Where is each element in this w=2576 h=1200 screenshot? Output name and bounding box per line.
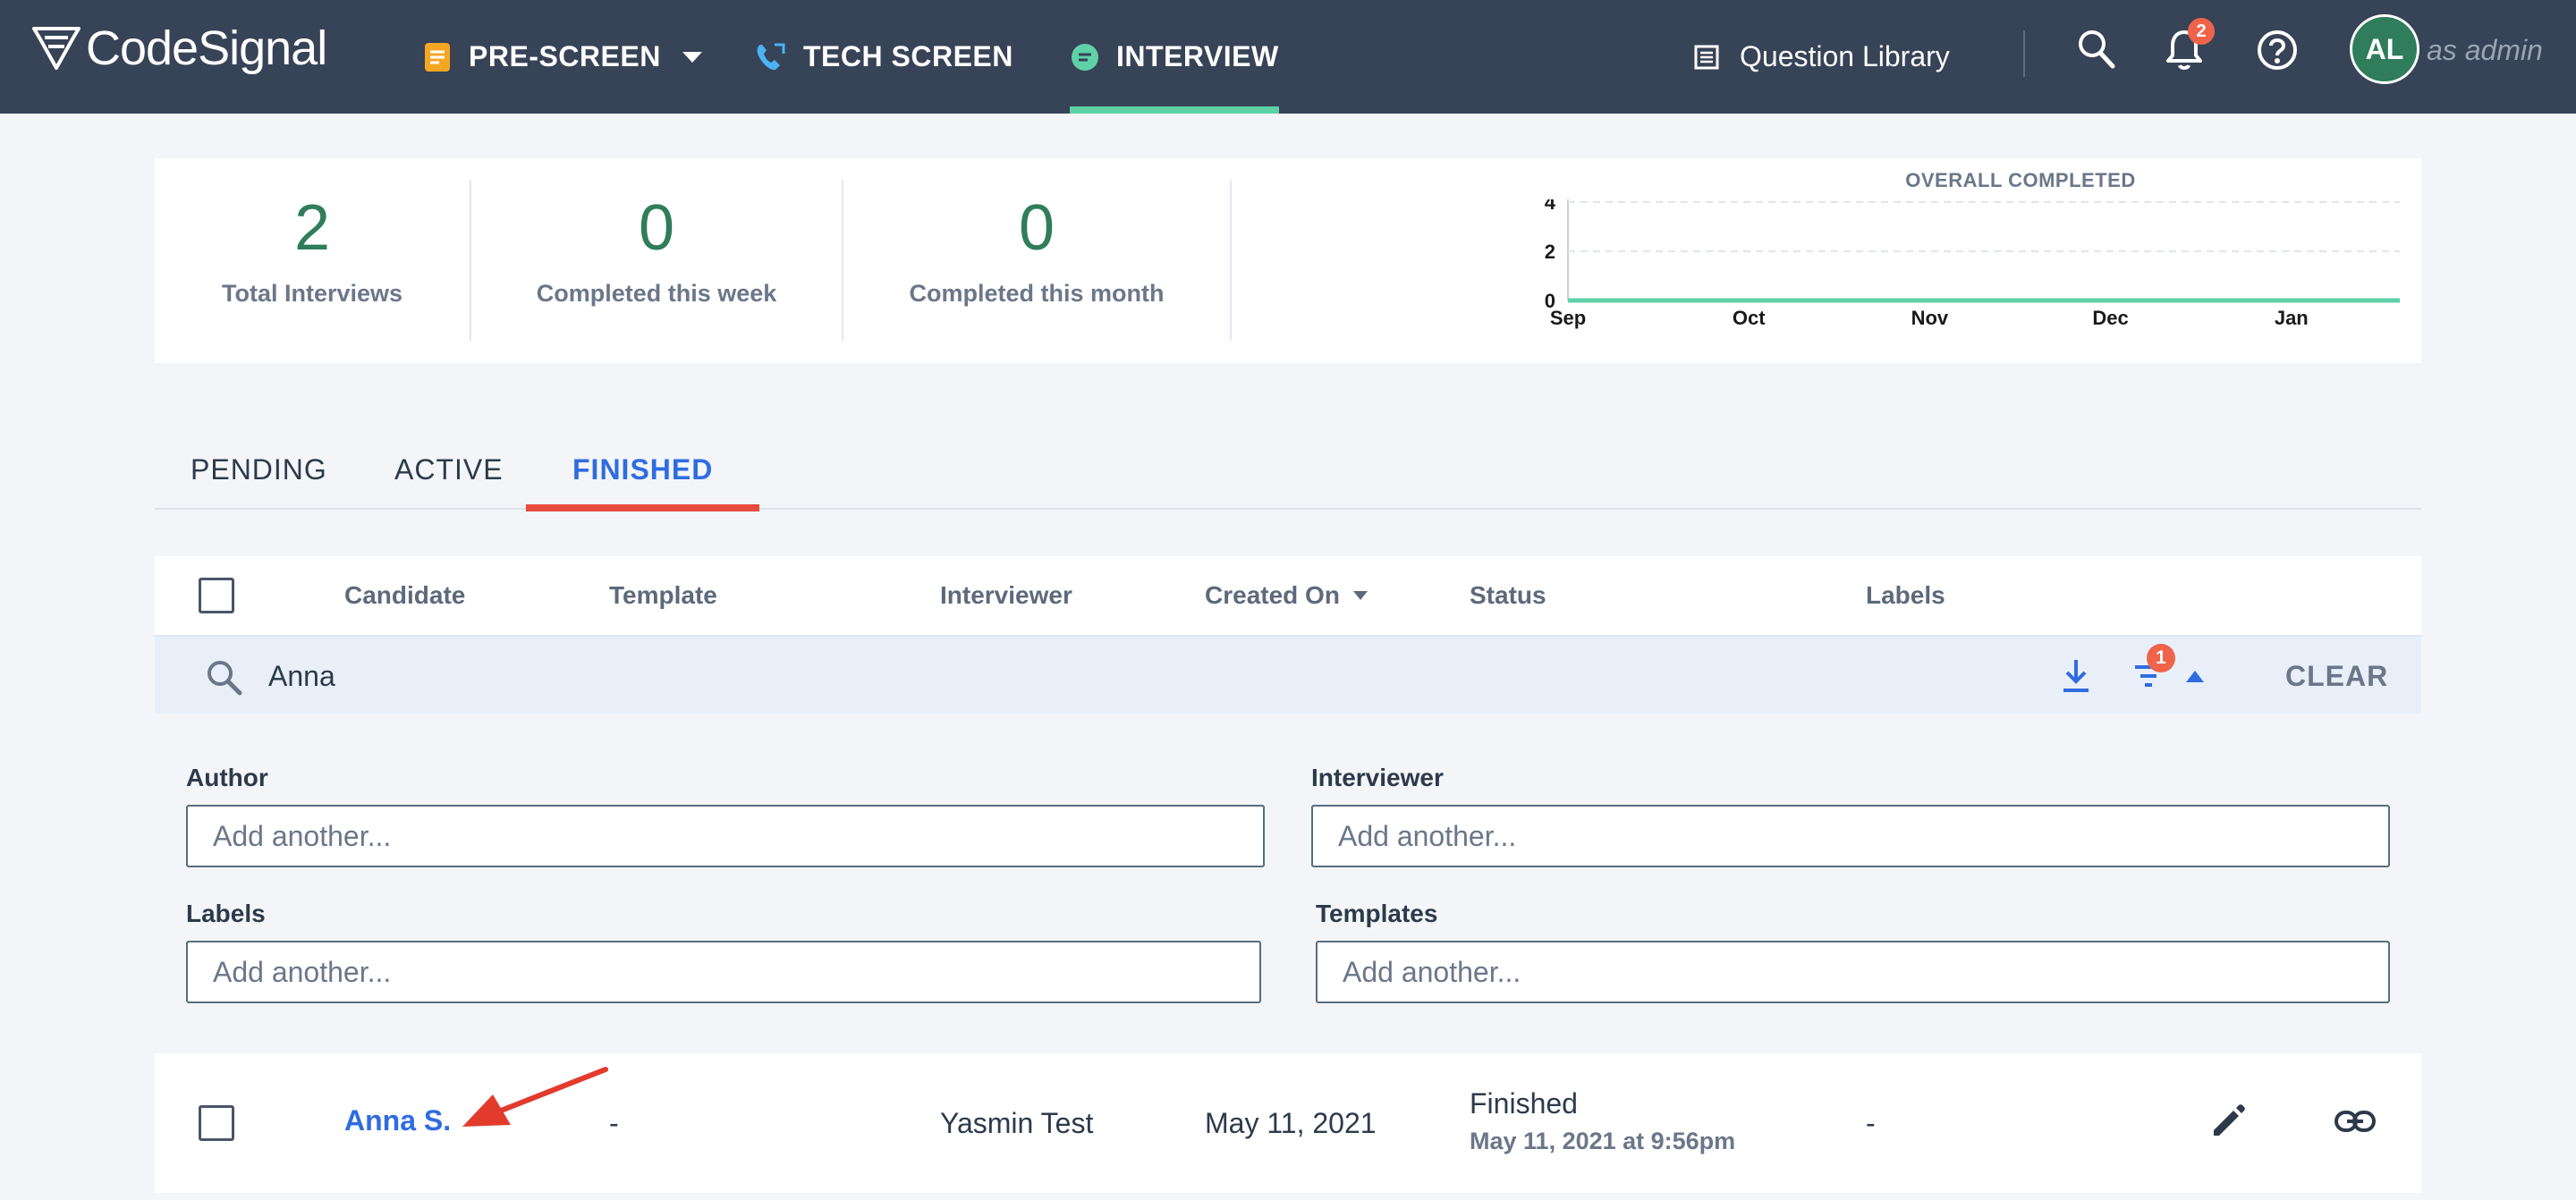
tab-active[interactable]: ACTIVE <box>394 429 504 510</box>
candidate-link[interactable]: Anna S. <box>344 1104 451 1137</box>
phone-icon <box>753 41 787 73</box>
templates-filter-input[interactable] <box>1316 941 2390 1003</box>
tab-finished[interactable]: FINISHED <box>525 429 760 511</box>
chart-x-tick-label: Dec <box>2092 307 2128 329</box>
nav-tab-pre-screen[interactable]: PRE-SCREEN <box>422 0 704 114</box>
table-header: Candidate Template Interviewer Created O… <box>155 556 2421 635</box>
chart-x-tick-label: Sep <box>1550 307 1586 329</box>
chart-y-tick-label: 4 <box>1545 199 1556 214</box>
filter-label-interviewer: Interviewer <box>1311 764 1444 791</box>
stat-completed-week: 0 Completed this week <box>471 185 842 308</box>
column-header-template[interactable]: Template <box>609 556 717 635</box>
stats-card: 2 Total Interviews 0 Completed this week… <box>155 158 2421 363</box>
interviewer-filter-input[interactable] <box>1311 805 2390 867</box>
filter-count-badge: 1 <box>2147 644 2175 672</box>
stat-completed-month: 0 Completed this month <box>843 185 1230 308</box>
column-header-created-on[interactable]: Created On <box>1205 556 1368 635</box>
stat-label: Total Interviews <box>221 280 403 307</box>
status-tabs: PENDING ACTIVE FINISHED <box>155 429 2421 511</box>
filter-label-author: Author <box>186 764 268 791</box>
search-toolbar: 1 CLEAR <box>155 635 2421 714</box>
chat-icon <box>1070 42 1100 72</box>
nav-tab-label: INTERVIEW <box>1116 40 1279 72</box>
chart-x-tick-label: Jan <box>2275 307 2309 329</box>
overall-completed-chart: 024SepOctNovDecJanFeb <box>1545 199 2400 329</box>
stat-value: 0 <box>638 192 675 264</box>
search-button[interactable] <box>2077 29 2116 74</box>
codesignal-logo-icon <box>32 27 80 70</box>
column-header-label: Created On <box>1205 581 1340 609</box>
labels-cell: - <box>1866 1107 1876 1139</box>
nav-divider <box>2023 30 2025 77</box>
candidate-cell: Anna S. <box>344 1104 451 1137</box>
chart-title: OVERALL COMPLETED <box>1905 169 2136 191</box>
filter-label-labels: Labels <box>186 900 266 927</box>
nav-tab-tech-screen[interactable]: TECH SCREEN <box>753 0 1013 114</box>
codesignal-logo[interactable]: CodeSignal <box>30 21 327 75</box>
search-icon <box>2077 29 2116 74</box>
chart-x-tick-label: Nov <box>1911 307 1949 329</box>
notification-count-badge: 2 <box>2188 18 2215 45</box>
status-cell: Finished May 11, 2021 at 9:56pm <box>1470 1087 1735 1155</box>
role-label: as admin <box>2427 34 2543 66</box>
stat-value: 2 <box>293 192 331 264</box>
nav-tab-label: TECH SCREEN <box>803 40 1013 72</box>
brand-name: CodeSignal <box>86 21 327 75</box>
chart-x-tick-label: Oct <box>1733 307 1766 329</box>
top-navigation-bar: CodeSignal PRE-SCREEN TECH SCREEN INTERV… <box>0 0 2576 114</box>
clear-filters-button[interactable]: CLEAR <box>2285 637 2388 715</box>
annotation-arrow-icon <box>462 1067 608 1127</box>
link-icon[interactable] <box>2334 1107 2377 1136</box>
author-filter-input[interactable] <box>186 805 1265 867</box>
download-icon[interactable] <box>2060 656 2092 696</box>
help-icon <box>2256 29 2299 76</box>
chevron-down-icon <box>681 50 704 64</box>
search-input[interactable] <box>268 649 1878 703</box>
stat-divider <box>1230 180 1232 341</box>
created-on-cell: May 11, 2021 <box>1205 1107 1377 1139</box>
avatar[interactable]: AL <box>2350 14 2419 84</box>
stat-total-interviews: 2 Total Interviews <box>155 185 470 308</box>
stat-label: Completed this week <box>536 280 777 307</box>
edit-pencil-icon[interactable] <box>2208 1102 2248 1141</box>
question-library-link[interactable]: Question Library <box>1693 0 1950 114</box>
stat-label: Completed this month <box>909 280 1165 307</box>
column-header-candidate[interactable]: Candidate <box>344 556 465 635</box>
stat-value: 0 <box>1018 192 1055 264</box>
labels-filter-input[interactable] <box>186 941 1261 1003</box>
tab-pending[interactable]: PENDING <box>191 429 327 510</box>
interviewer-cell: Yasmin Test <box>940 1107 1094 1139</box>
help-button[interactable] <box>2256 29 2299 76</box>
nav-tab-label: PRE-SCREEN <box>469 40 661 72</box>
question-library-label: Question Library <box>1740 40 1950 72</box>
row-checkbox[interactable] <box>199 1105 234 1141</box>
search-icon <box>205 658 244 697</box>
caret-up-icon[interactable] <box>2185 669 2205 683</box>
book-icon <box>1693 44 1720 71</box>
column-header-labels[interactable]: Labels <box>1866 556 1945 635</box>
chart-y-tick-label: 2 <box>1545 241 1555 263</box>
filter-panel: Author Interviewer Labels Templates <box>155 714 2421 1053</box>
status-text: Finished <box>1470 1087 1578 1120</box>
nav-tab-interview[interactable]: INTERVIEW <box>1070 0 1279 114</box>
column-header-interviewer[interactable]: Interviewer <box>940 556 1072 635</box>
sort-desc-icon <box>1352 590 1368 601</box>
select-all-checkbox[interactable] <box>199 578 234 613</box>
document-icon <box>422 41 453 73</box>
status-timestamp: May 11, 2021 at 9:56pm <box>1470 1128 1736 1154</box>
filter-label-templates: Templates <box>1316 900 1438 927</box>
column-header-status[interactable]: Status <box>1470 556 1546 635</box>
